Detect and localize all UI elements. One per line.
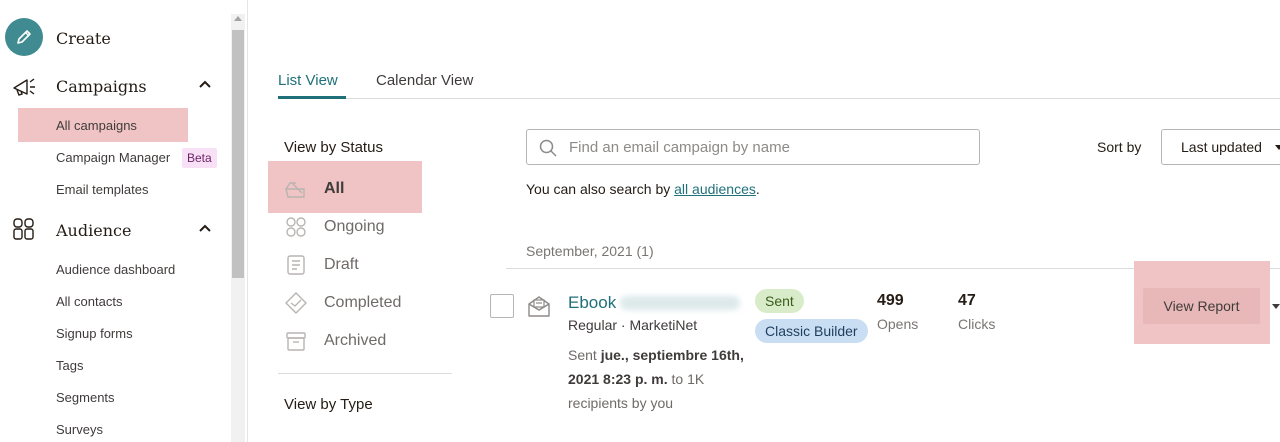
sidebar-item-email-templates[interactable]: Email templates (56, 182, 148, 197)
view-report-button[interactable]: View Report (1143, 288, 1260, 324)
sidebar-item-surveys[interactable]: Surveys (56, 422, 103, 437)
search-input[interactable] (569, 136, 969, 158)
status-filter-all[interactable]: All (284, 177, 344, 201)
beta-badge: Beta (182, 148, 217, 168)
ongoing-icon (286, 217, 306, 237)
pencil-icon (17, 30, 31, 44)
builder-badge: Classic Builder (755, 319, 868, 343)
month-group-heading: September, 2021 (1) (526, 243, 654, 259)
search-icon (539, 139, 557, 157)
campaign-name-link[interactable]: Ebook (568, 293, 616, 313)
view-by-status-title: View by Status (284, 139, 383, 156)
megaphone-icon (13, 78, 35, 96)
search-box[interactable] (526, 129, 980, 165)
status-badge: Sent (755, 289, 804, 313)
chevron-down-icon (1275, 145, 1280, 150)
sort-label: Sort by (1097, 139, 1142, 155)
active-tab-indicator (278, 96, 346, 99)
sidebar-item-audience-dashboard[interactable]: Audience dashboard (56, 262, 175, 277)
sidebar-item-signup-forms[interactable]: Signup forms (56, 326, 133, 341)
archived-icon (286, 332, 306, 351)
chevron-down-icon[interactable] (1272, 304, 1280, 309)
view-by-type-title: View by Type (284, 396, 373, 413)
scroll-up-arrow-icon[interactable] (234, 16, 242, 21)
completed-icon (285, 292, 307, 314)
status-label: Draft (324, 256, 359, 273)
sidebar-item-all-contacts[interactable]: All contacts (56, 294, 122, 309)
sidebar-item-campaign-manager[interactable]: Campaign Manager (56, 150, 170, 165)
sort-selected-value: Last updated (1181, 139, 1262, 155)
tab-calendar-view[interactable]: Calendar View (376, 72, 473, 89)
search-hint-text: You can also search by (526, 181, 675, 197)
search-hint-end: . (755, 181, 760, 197)
tab-list-view[interactable]: List View (278, 72, 338, 89)
create-button[interactable] (5, 18, 43, 56)
search-hint: You can also search by all audiences. (526, 181, 760, 197)
status-label: Archived (324, 332, 387, 349)
status-filter-completed[interactable]: Completed (284, 291, 401, 315)
campaigns-label[interactable]: Campaigns (56, 77, 147, 96)
filter-divider (278, 373, 452, 374)
all-audiences-link[interactable]: all audiences (674, 181, 756, 197)
campaign-sent-info: Sent jue., septiembre 16th, 2021 8:23 p.… (568, 343, 754, 415)
status-filter-archived[interactable]: Archived (284, 329, 386, 353)
create-label[interactable]: Create (56, 29, 111, 48)
tab-divider (278, 98, 1280, 99)
email-campaign-icon (528, 296, 550, 317)
audience-label[interactable]: Audience (56, 221, 131, 240)
sidebar-item-segments[interactable]: Segments (56, 390, 115, 405)
sidebar-item-tags[interactable]: Tags (56, 358, 83, 373)
campaign-row-checkbox[interactable] (490, 294, 514, 318)
all-icon (285, 182, 305, 198)
status-filter-ongoing[interactable]: Ongoing (284, 215, 385, 239)
status-label: Completed (324, 294, 402, 311)
sent-prefix: Sent (568, 347, 601, 363)
chevron-up-icon[interactable] (198, 78, 212, 92)
campaign-meta: Regular · MarketiNet (568, 317, 698, 333)
status-label: Ongoing (324, 218, 385, 235)
status-filter-draft[interactable]: Draft (284, 253, 359, 277)
audience-icon (13, 218, 34, 240)
clicks-value: 47 (958, 292, 976, 309)
chevron-up-icon[interactable] (198, 222, 212, 236)
clicks-label: Clicks (958, 316, 996, 332)
draft-icon (287, 255, 305, 275)
opens-value: 499 (877, 292, 904, 309)
sidebar-item-all-campaigns[interactable]: All campaigns (56, 118, 137, 133)
status-label: All (324, 180, 345, 197)
opens-label: Opens (877, 316, 919, 332)
sidebar-scroll-thumb[interactable] (232, 30, 244, 278)
sort-select[interactable]: Last updated (1161, 129, 1280, 165)
sidebar: Create Campaigns All campaigns Campaign … (0, 0, 248, 442)
redacted-campaign-name (620, 296, 740, 310)
